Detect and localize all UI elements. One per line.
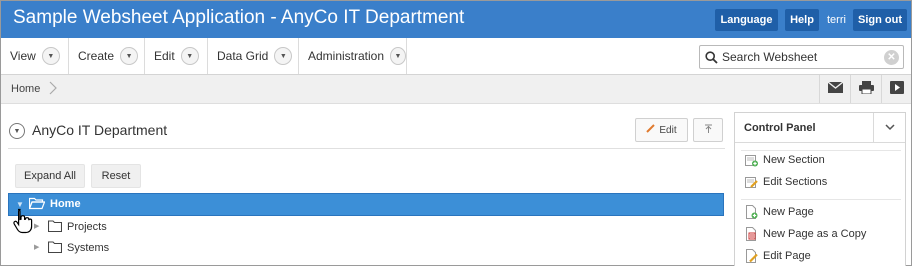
username-label: terri <box>827 14 846 26</box>
chevron-down-icon[interactable]: ▼ <box>390 47 406 65</box>
edit-page-icon <box>745 249 758 263</box>
divider <box>741 199 901 200</box>
search-input[interactable] <box>722 50 872 64</box>
tree-node-projects[interactable]: ▶ Projects <box>8 217 724 237</box>
menu-edit-label: Edit <box>154 49 175 63</box>
collapsed-triangle-icon[interactable]: ▶ <box>34 222 39 230</box>
region-title: AnyCo IT Department <box>32 122 168 138</box>
new-page-as-copy-label: New Page as a Copy <box>763 228 867 240</box>
menu-create-label: Create <box>78 49 115 63</box>
breadcrumb-home[interactable]: Home <box>11 83 40 95</box>
new-page-icon <box>745 205 758 219</box>
chevron-down-icon[interactable]: ▼ <box>41 47 60 65</box>
help-button[interactable]: Help <box>785 9 819 31</box>
menu-data-grid[interactable]: Data Grid ▼ <box>208 38 299 74</box>
tree-node-label: Systems <box>67 242 110 254</box>
chevron-down-icon[interactable]: ▼ <box>180 47 199 65</box>
control-panel: Control Panel New Section Edit Sections … <box>734 112 906 266</box>
chevron-down-icon[interactable]: ▼ <box>274 47 293 65</box>
breadcrumb-bar: Home <box>1 75 911 104</box>
new-page-link[interactable]: New Page <box>745 203 814 221</box>
control-panel-header: Control Panel <box>735 113 905 143</box>
edit-sections-label: Edit Sections <box>763 176 828 188</box>
search-field[interactable]: ✕ <box>699 45 904 69</box>
tree-node-label: Home <box>50 198 81 210</box>
edit-sections-link[interactable]: Edit Sections <box>745 173 827 191</box>
menu-administration-label: Administration <box>308 49 385 63</box>
new-section-link[interactable]: New Section <box>745 151 825 169</box>
chevron-right-icon <box>49 81 57 98</box>
chevron-down-icon[interactable]: ▼ <box>120 47 139 65</box>
copy-page-icon <box>745 227 758 241</box>
print-button[interactable] <box>850 75 881 103</box>
tree-node-systems[interactable]: ▶ Systems <box>8 238 724 258</box>
edit-region-button[interactable]: Edit <box>635 118 688 142</box>
menu-create[interactable]: Create ▼ <box>69 38 145 74</box>
presentation-icon <box>890 81 904 97</box>
app-header: Sample Websheet Application - AnyCo IT D… <box>1 1 911 38</box>
hand-cursor-icon <box>11 208 33 237</box>
email-button[interactable] <box>819 75 850 103</box>
clear-icon[interactable]: ✕ <box>884 50 899 65</box>
move-to-top-button[interactable] <box>693 118 723 142</box>
collapsed-triangle-icon[interactable]: ▶ <box>34 243 39 251</box>
menubar: View ▼ Create ▼ Edit ▼ Data Grid ▼ Admin… <box>1 38 911 75</box>
chevron-down-icon[interactable] <box>873 113 905 142</box>
expand-all-button[interactable]: Expand All <box>15 164 85 188</box>
region-divider <box>8 148 725 149</box>
new-section-icon <box>745 153 758 167</box>
menu-view-label: View <box>10 49 36 63</box>
edit-page-label: Edit Page <box>763 250 811 262</box>
search-icon <box>700 50 722 64</box>
new-section-label: New Section <box>763 154 825 166</box>
menu-administration[interactable]: Administration ▼ <box>299 38 407 74</box>
menu-view[interactable]: View ▼ <box>1 38 69 74</box>
app-title[interactable]: Sample Websheet Application - AnyCo IT D… <box>13 7 464 29</box>
tree-node-home[interactable]: ▼ Home <box>8 193 724 216</box>
presentation-button[interactable] <box>881 75 912 103</box>
folder-icon <box>47 241 63 256</box>
edit-sections-icon <box>745 175 758 189</box>
menu-data-grid-label: Data Grid <box>217 49 269 63</box>
email-icon <box>827 81 843 96</box>
menu-edit[interactable]: Edit ▼ <box>145 38 208 74</box>
collapse-region-icon[interactable]: ▼ <box>9 123 25 139</box>
pencil-icon <box>646 124 656 136</box>
folder-icon <box>47 220 63 235</box>
print-icon <box>858 81 874 97</box>
language-button[interactable]: Language <box>715 9 778 31</box>
control-panel-title: Control Panel <box>744 121 816 134</box>
reset-button[interactable]: Reset <box>91 164 141 188</box>
edit-region-label: Edit <box>659 124 677 136</box>
new-page-label: New Page <box>763 206 814 218</box>
sign-out-button[interactable]: Sign out <box>853 9 907 31</box>
tree-node-label: Projects <box>67 221 107 233</box>
new-page-as-copy-link[interactable]: New Page as a Copy <box>745 225 866 243</box>
arrow-up-icon <box>704 124 713 136</box>
edit-page-link[interactable]: Edit Page <box>745 247 811 265</box>
